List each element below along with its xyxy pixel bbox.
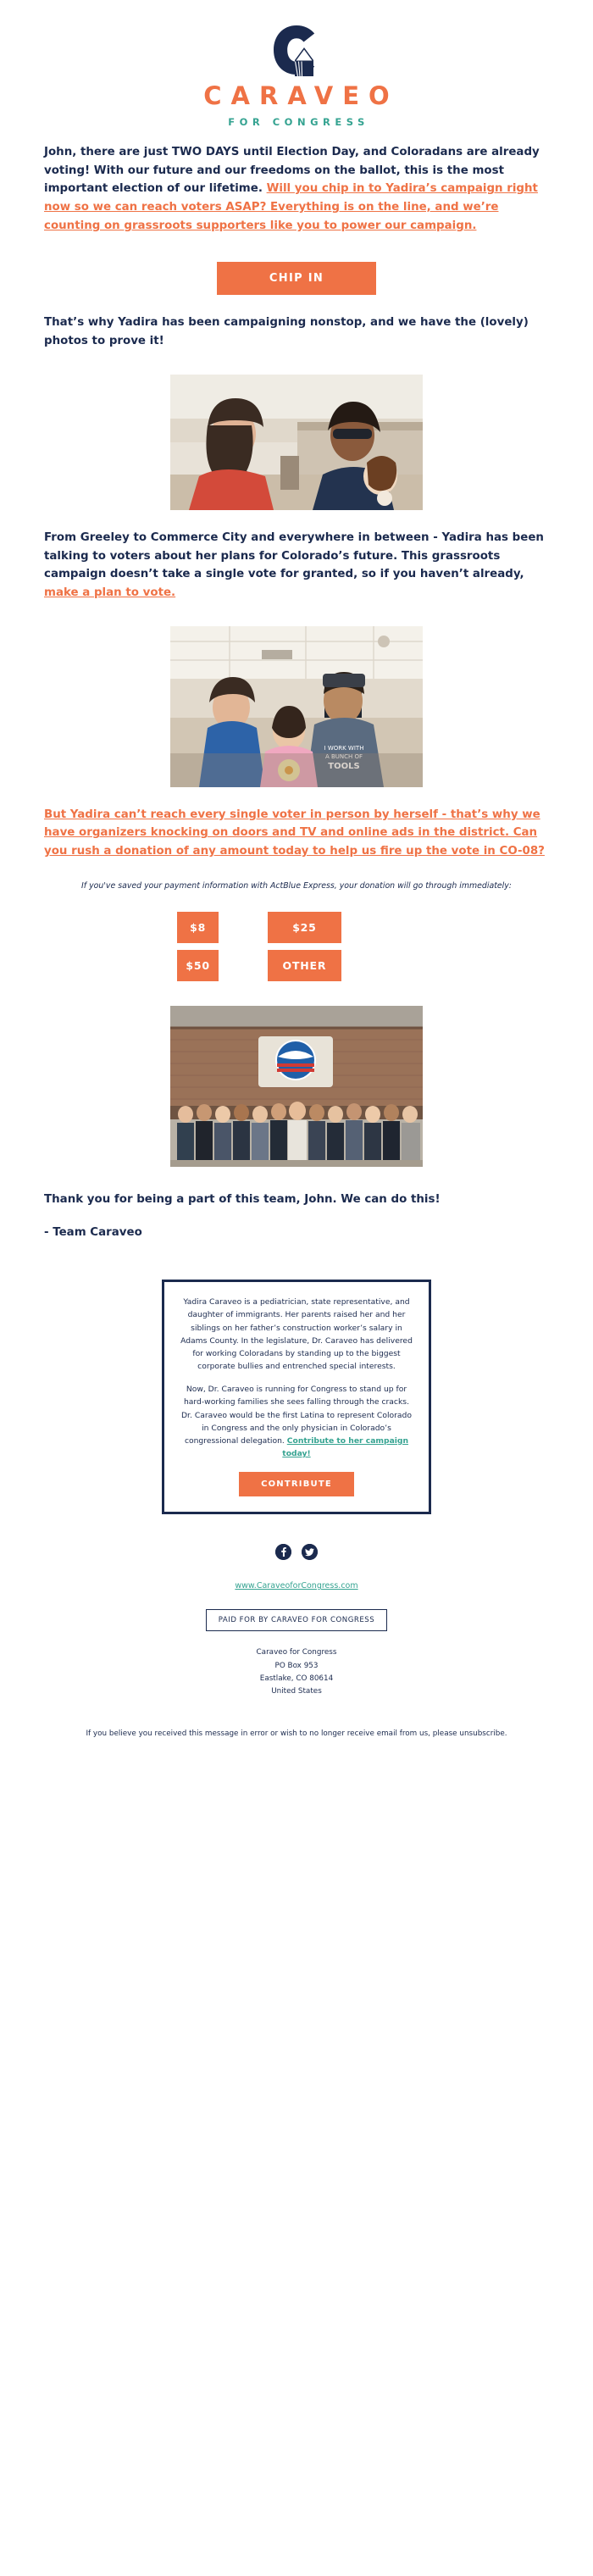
photo-3-wrap bbox=[0, 987, 593, 1185]
donation-amount-grid: $8 $25 $50 OTHER bbox=[171, 906, 422, 987]
photo-campaign-group bbox=[170, 1005, 423, 1167]
orange-ask-paragraph[interactable]: But Yadira can’t reach every single vote… bbox=[44, 806, 549, 861]
bio-box: Yadira Caraveo is a pediatrician, state … bbox=[162, 1280, 431, 1515]
contribute-button[interactable]: CONTRIBUTE bbox=[239, 1472, 354, 1497]
social-links bbox=[0, 1543, 593, 1575]
donate-25-button[interactable]: $25 bbox=[267, 911, 342, 943]
photo-yadira-with-family: I WORK WITH A BUNCH OF TOOLS bbox=[170, 625, 423, 787]
mailing-address: Caraveo for Congress PO Box 953 Eastlake… bbox=[0, 1646, 593, 1699]
address-line-2: PO Box 953 bbox=[274, 1661, 319, 1670]
actblue-disclaimer: If you've saved your payment information… bbox=[81, 880, 512, 891]
intro-paragraph: John, there are just TWO DAYS until Elec… bbox=[44, 143, 549, 236]
bio-box-wrap: Yadira Caraveo is a pediatrician, state … bbox=[0, 1257, 593, 1521]
svg-text:I WORK WITH: I WORK WITH bbox=[324, 745, 364, 752]
make-a-plan-to-vote-link[interactable]: make a plan to vote. bbox=[44, 586, 175, 599]
donation-row-2: $50 OTHER bbox=[176, 949, 417, 982]
contribute-inline-link[interactable]: Contribute to her campaign today! bbox=[282, 1436, 408, 1458]
email-footer: www.CaraveoforCongress.com PAID FOR BY C… bbox=[0, 1521, 593, 1765]
donate-50-button[interactable]: $50 bbox=[177, 949, 219, 981]
donation-row-1: $8 $25 bbox=[176, 911, 417, 944]
email-header: CARAVEO FOR CONGRESS bbox=[0, 0, 593, 143]
donation-cell-25: $25 bbox=[267, 911, 417, 944]
photos-lead-section: That’s why Yadira has been campaigning n… bbox=[0, 314, 593, 350]
unsubscribe-text[interactable]: If you believe you received this message… bbox=[0, 1699, 593, 1740]
colorado-c-mountain-logo-icon bbox=[269, 24, 324, 78]
address-line-4: United States bbox=[271, 1687, 322, 1696]
address-line-3: Eastlake, CO 80614 bbox=[259, 1674, 334, 1684]
website-link[interactable]: www.CaraveoforCongress.com bbox=[235, 1581, 357, 1591]
greeley-paragraph: From Greeley to Commerce City and everyw… bbox=[44, 529, 549, 602]
chip-in-cta-row: CHIP IN bbox=[0, 250, 593, 314]
email-body: CARAVEO FOR CONGRESS John, there are jus… bbox=[0, 0, 593, 1765]
closing-thanks: Thank you for being a part of this team,… bbox=[44, 1192, 441, 1206]
donate-other-button[interactable]: OTHER bbox=[267, 949, 342, 981]
closing-signature: - Team Caraveo bbox=[44, 1226, 142, 1240]
photo-1-wrap bbox=[0, 366, 593, 529]
intro-section: John, there are just TWO DAYS until Elec… bbox=[0, 143, 593, 236]
photo-2-wrap: I WORK WITH A BUNCH OF TOOLS bbox=[0, 618, 593, 806]
bio-paragraph-1: Yadira Caraveo is a pediatrician, state … bbox=[180, 1297, 413, 1372]
donation-cell-other: OTHER bbox=[267, 949, 417, 982]
greeley-plain-text: From Greeley to Commerce City and everyw… bbox=[44, 530, 544, 581]
paid-for-by-disclaimer: PAID FOR BY CARAVEO FOR CONGRESS bbox=[205, 1609, 388, 1632]
wordmark: CARAVEO bbox=[203, 81, 399, 110]
greeley-section: From Greeley to Commerce City and everyw… bbox=[0, 529, 593, 602]
donation-cell-50: $50 bbox=[176, 949, 262, 982]
tagline: FOR CONGRESS bbox=[228, 115, 369, 128]
orange-ask-section: But Yadira can’t reach every single vote… bbox=[0, 806, 593, 861]
photo-yadira-with-supporter bbox=[170, 374, 423, 510]
photos-lead-paragraph: That’s why Yadira has been campaigning n… bbox=[44, 316, 529, 348]
address-line-1: Caraveo for Congress bbox=[256, 1648, 337, 1657]
bio-paragraph-2: Now, Dr. Caraveo is running for Congress… bbox=[180, 1383, 413, 1460]
donate-8-button[interactable]: $8 bbox=[177, 911, 219, 943]
donation-cell-8: $8 bbox=[176, 911, 262, 944]
facebook-icon[interactable] bbox=[275, 1544, 292, 1561]
chip-in-button[interactable]: CHIP IN bbox=[216, 262, 377, 296]
twitter-icon[interactable] bbox=[301, 1544, 318, 1561]
closing-section: Thank you for being a part of this team,… bbox=[0, 1185, 593, 1242]
